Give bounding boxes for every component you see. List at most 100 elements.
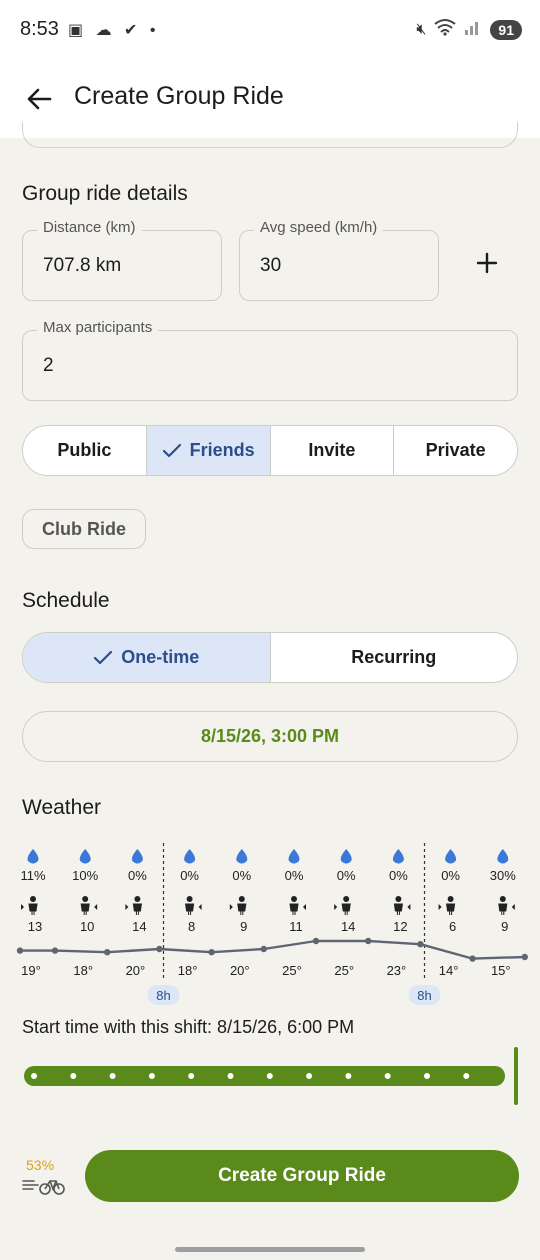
avg-speed-field[interactable]: Avg speed (km/h) 30 xyxy=(239,219,439,301)
wind-speed: 9 xyxy=(501,919,508,934)
temperature-label: 20° xyxy=(126,963,146,978)
rain-drop-icon xyxy=(236,849,248,864)
temperature-point xyxy=(417,941,424,948)
max-participants-field-value: 2 xyxy=(43,355,54,376)
cyclist-icon xyxy=(447,896,454,902)
slider-tick xyxy=(227,1073,234,1079)
temperature-label: 15° xyxy=(491,963,511,978)
wind-speed: 10 xyxy=(80,919,94,934)
temperature-label: 18° xyxy=(178,963,198,978)
wind-arrow-icon xyxy=(198,904,202,910)
cyclist-icon xyxy=(289,903,299,915)
wifi-icon xyxy=(434,18,457,41)
cyclist-icon xyxy=(395,896,402,902)
slider-tick xyxy=(70,1073,77,1079)
signal-icon xyxy=(464,18,482,41)
distance-field-label: Distance (km) xyxy=(37,219,142,236)
visibility-option-label: Public xyxy=(57,440,112,460)
rain-chance: 0% xyxy=(232,868,251,883)
wind-arrow-icon xyxy=(21,904,24,910)
wind-speed: 14 xyxy=(132,919,146,934)
back-button[interactable] xyxy=(22,82,56,116)
weather-forecast-strip[interactable]: 8h 8h 11% 13 10% 10 0% 14 0% 8 0% 9 0% 11 0% 14 0% 12 0% 6 3… xyxy=(0,835,540,1010)
status-time: 8:53 xyxy=(20,18,59,40)
previous-card-edge xyxy=(22,122,518,148)
rain-chance: 0% xyxy=(285,868,304,883)
cyclist-icon xyxy=(393,903,403,915)
create-group-ride-button[interactable]: Create Group Ride xyxy=(85,1150,519,1202)
max-participants-field[interactable]: Max participants 2 xyxy=(22,319,518,401)
temperature-point xyxy=(312,937,320,945)
slider-handle[interactable] xyxy=(514,1047,518,1105)
mute-icon: 🔇︎ xyxy=(416,20,427,38)
rain-drop-icon xyxy=(445,849,457,864)
rain-drop-icon xyxy=(497,849,509,864)
cyclist-icon xyxy=(82,896,89,902)
avg-speed-field-label: Avg speed (km/h) xyxy=(254,219,384,236)
schedule-option-label: One-time xyxy=(121,647,200,667)
visibility-option-private[interactable]: Private xyxy=(394,426,517,475)
slider-tick xyxy=(384,1073,391,1079)
wind-speed: 8 xyxy=(188,919,195,934)
time-shift-slider[interactable] xyxy=(0,1045,540,1105)
notification-icons: ▣ ☁ ✔ • xyxy=(68,22,160,39)
rain-chance: 10% xyxy=(72,868,98,883)
slider-track xyxy=(24,1066,505,1086)
rain-drop-icon xyxy=(131,849,143,864)
wind-speed: 12 xyxy=(393,919,407,934)
rain-chance: 30% xyxy=(490,868,516,883)
distance-field[interactable]: Distance (km) 707.8 km xyxy=(22,219,222,301)
wind-arrow-icon xyxy=(511,904,515,910)
add-button[interactable] xyxy=(470,246,504,280)
visibility-option-label: Private xyxy=(425,440,486,460)
wind-arrow-icon xyxy=(303,904,306,910)
cyclist-icon xyxy=(237,903,247,915)
schedule-segmented-control: One-time Recurring xyxy=(22,632,518,683)
rain-drop-icon xyxy=(184,849,196,864)
cyclist-icon xyxy=(186,896,193,902)
rain-chance: 0% xyxy=(441,868,460,883)
start-datetime-button[interactable]: 8/15/26, 3:00 PM xyxy=(22,711,518,762)
schedule-option-label: Recurring xyxy=(351,647,437,667)
temperature-label: 25° xyxy=(334,963,354,978)
wind-arrow-icon xyxy=(334,904,338,910)
rain-drop-icon xyxy=(79,849,91,864)
schedule-section-title: Schedule xyxy=(22,589,110,612)
temperature-label: 19° xyxy=(21,963,41,978)
rain-chance: 0% xyxy=(337,868,356,883)
slider-tick xyxy=(188,1073,195,1079)
temperature-label: 14° xyxy=(439,963,459,978)
rain-chance: 0% xyxy=(180,868,199,883)
temperature-point xyxy=(260,945,267,953)
visibility-option-public[interactable]: Public xyxy=(23,426,147,475)
details-section-title: Group ride details xyxy=(22,182,188,205)
rain-drop-icon xyxy=(340,849,352,864)
temperature-label: 23° xyxy=(387,963,407,978)
visibility-option-friends[interactable]: Friends xyxy=(146,426,271,475)
visibility-option-invite[interactable]: Invite xyxy=(271,426,395,475)
wind-arrow-icon xyxy=(407,904,411,910)
status-right-icons: 🔇︎ 91 xyxy=(416,18,522,41)
temperature-line xyxy=(20,939,525,960)
page-title: Create Group Ride xyxy=(74,82,284,110)
cyclist-icon xyxy=(28,903,38,915)
temperature-point xyxy=(521,953,528,961)
slider-tick xyxy=(266,1073,273,1079)
wind-speed: 6 xyxy=(449,919,456,934)
route-percent-label: 53% xyxy=(26,1157,55,1173)
club-ride-chip[interactable]: Club Ride xyxy=(22,509,146,549)
visibility-option-label: Friends xyxy=(189,440,255,460)
cyclist-icon xyxy=(185,903,195,915)
temperature-point xyxy=(156,945,163,953)
weather-section-title: Weather xyxy=(22,796,101,819)
schedule-option-one-time[interactable]: One-time xyxy=(23,633,271,682)
plus-icon xyxy=(476,252,498,274)
temperature-point xyxy=(469,955,476,962)
slider-tick xyxy=(345,1073,352,1079)
schedule-option-recurring[interactable]: Recurring xyxy=(271,633,518,682)
cyclist-icon xyxy=(446,903,456,915)
wind-arrow-icon xyxy=(125,904,129,910)
wind-bike-icon xyxy=(22,1174,66,1201)
check-icon xyxy=(94,650,113,664)
cyclist-icon xyxy=(291,896,297,902)
